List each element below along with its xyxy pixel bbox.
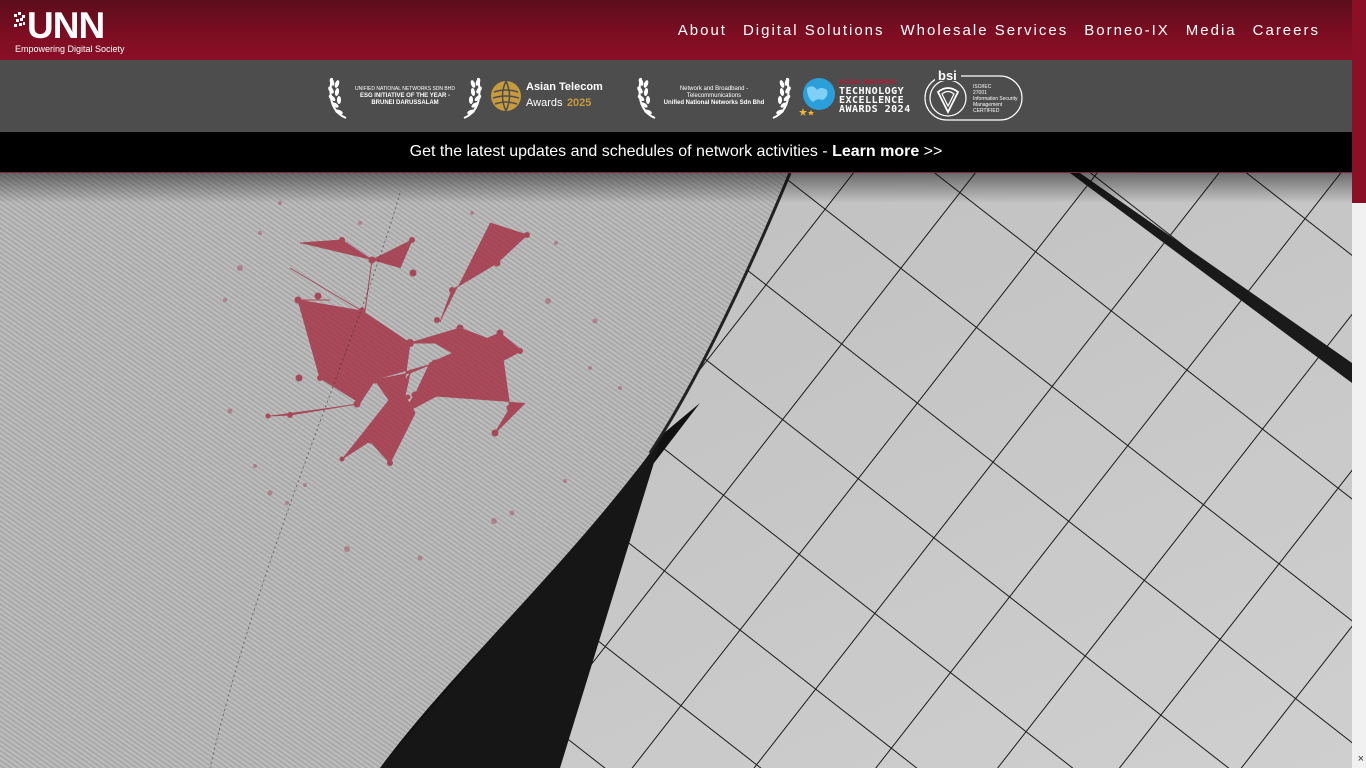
- asian-telecom-awards-year: Awards 2025: [526, 93, 603, 111]
- notice-text: Get the latest updates and schedules of …: [409, 143, 833, 160]
- bsi-cert-text: ISO/IEC 27001 Information Security Manag…: [973, 84, 1017, 114]
- esg-award-badge: UNIFIED NATIONAL NETWORKS SDN BHD ESG IN…: [326, 70, 603, 122]
- globe-icon: [491, 80, 521, 112]
- page: UNN Empowering Digital Society About Dig…: [0, 0, 1352, 768]
- laurel-left-icon: [637, 77, 656, 119]
- scrollbar-thumb[interactable]: [1352, 0, 1366, 203]
- tech-excellence-line3: AWARDS 2024: [839, 104, 911, 115]
- laurel-right-icon: [772, 77, 791, 119]
- tech-excellence-logo: ASIAN BUSINESS TECHNOLOGY EXCELLENCE AWA…: [799, 76, 911, 116]
- esg-award-line3: BRUNEI DARUSSALAM: [371, 99, 439, 106]
- hero-image: [0, 173, 1352, 768]
- hero-banner: [0, 173, 1352, 768]
- laurel-right-icon: [463, 77, 482, 119]
- laurel-left-icon: [328, 77, 347, 119]
- nav-item-wholesale-services[interactable]: Wholesale Services: [893, 22, 1077, 39]
- network-award-line2: Telecommunications: [686, 92, 742, 99]
- bsi-line5: CERTIFIED: [973, 108, 1000, 114]
- tech-excellence-text: ASIAN BUSINESS TECHNOLOGY EXCELLENCE AWA…: [839, 78, 911, 115]
- esg-award-line2: ESG INITIATIVE OF THE YEAR -: [359, 92, 451, 99]
- unn-logo[interactable]: UNN Empowering Digital Society: [14, 6, 125, 56]
- awards-strip: UNIFIED NATIONAL NETWORKS SDN BHD ESG IN…: [0, 60, 1352, 132]
- asian-telecom-name: Asian Telecom: [526, 80, 603, 93]
- notice-suffix: >>: [919, 143, 943, 160]
- network-activities-notice: Get the latest updates and schedules of …: [0, 132, 1352, 173]
- logo-text: UNN: [27, 5, 105, 46]
- learn-more-link[interactable]: Learn more: [832, 143, 919, 161]
- esg-award-line1: UNIFIED NATIONAL NETWORKS SDN BHD: [354, 85, 455, 92]
- network-award-line3: Unified National Networks Sdn Bhd: [663, 99, 765, 106]
- main-nav: About Digital Solutions Wholesale Servic…: [670, 0, 1328, 60]
- logo-mark-icon: [14, 12, 25, 27]
- network-award-badge: Network and Broadband - Telecommunicatio…: [635, 70, 911, 122]
- site-header: UNN Empowering Digital Society About Dig…: [0, 0, 1352, 60]
- world-map-icon: [799, 78, 835, 116]
- network-award-line1: Network and Broadband -: [679, 85, 749, 92]
- nav-item-digital-solutions[interactable]: Digital Solutions: [735, 22, 893, 39]
- nav-item-about[interactable]: About: [670, 22, 735, 39]
- nav-item-media[interactable]: Media: [1178, 22, 1245, 39]
- asian-telecom-awards-logo: Asian Telecom Awards 2025: [490, 80, 603, 112]
- bsi-certification-badge: bsi ISO/IEC 27001 Information Security M…: [924, 68, 1024, 122]
- page-scrollbar[interactable]: ×: [1352, 0, 1366, 768]
- nav-item-borneo-ix[interactable]: Borneo-IX: [1076, 22, 1178, 39]
- nav-item-careers[interactable]: Careers: [1245, 22, 1328, 39]
- close-icon[interactable]: ×: [1358, 753, 1364, 765]
- logo-tagline: Empowering Digital Society: [15, 44, 125, 54]
- esg-award-text: UNIFIED NATIONAL NETWORKS SDN BHD ESG IN…: [350, 86, 460, 107]
- asian-telecom-year: 2025: [566, 96, 592, 109]
- asian-telecom-awards: Awards: [526, 96, 563, 109]
- bsi-name: bsi: [938, 68, 957, 83]
- network-award-text: Network and Broadband - Telecommunicatio…: [659, 86, 769, 107]
